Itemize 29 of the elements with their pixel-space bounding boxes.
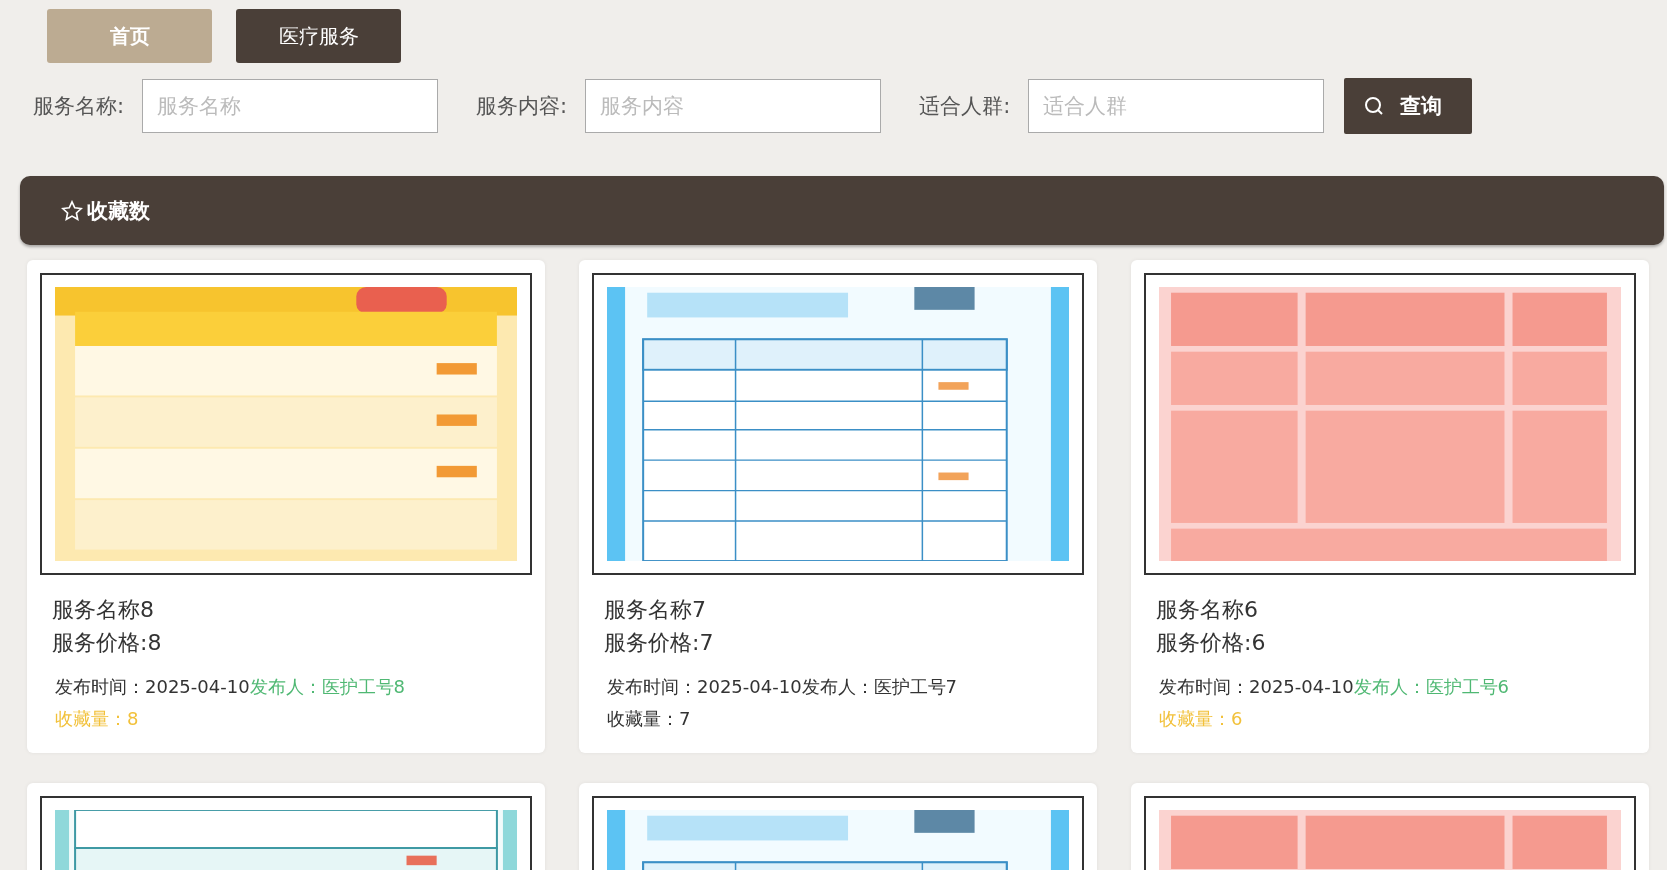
service-name: 服务名称7 [604, 596, 707, 624]
sort-label[interactable]: 收藏数 [87, 196, 150, 225]
search-field[interactable]: 服务名称 [142, 79, 439, 133]
service-price: 服务价格:6 [1156, 629, 1267, 657]
publisher: 发布人：医护工号7 [801, 676, 958, 697]
search-button[interactable]: 查询 [1344, 78, 1473, 134]
publish-time: 发布时间：2025-04-10 [607, 676, 802, 697]
service-name: 服务名称6 [1156, 596, 1259, 624]
publish-time: 发布时间：2025-04-10 [1159, 676, 1354, 697]
favorite-count: 收藏量：8 [55, 708, 139, 729]
favorite-count: 收藏量：7 [607, 708, 691, 729]
star-icon [61, 199, 83, 222]
nav-tab[interactable]: 医疗服务 [236, 9, 401, 63]
publisher: 发布人：医护工号6 [1353, 676, 1510, 697]
publish-time: 发布时间：2025-04-10 [55, 676, 250, 697]
field-label: 服务名称: [33, 93, 125, 120]
service-card[interactable]: 服务名称6 服务价格:6 发布时间：2025-04-10发布人：医护工号6 收藏量：6 [1131, 260, 1649, 753]
service-price: 服务价格:7 [604, 629, 715, 657]
publisher: 发布人：医护工号8 [249, 676, 406, 697]
service-price: 服务价格:8 [52, 629, 163, 657]
field-label: 适合人群: [919, 93, 1011, 120]
field-label: 服务内容: [476, 93, 568, 120]
service-name: 服务名称8 [52, 596, 155, 624]
search-icon [1364, 96, 1385, 116]
favorite-count: 收藏量：6 [1159, 708, 1243, 729]
search-field[interactable]: 适合人群 [1028, 79, 1325, 133]
service-card[interactable]: 服务名称8 服务价格:8 发布时间：2025-04-10发布人：医护工号8 收藏量：8 [27, 260, 545, 753]
service-card[interactable]: 服务名称7 服务价格:7 发布时间：2025-04-10发布人：医护工号7 收藏量：7 [579, 260, 1097, 753]
search-field[interactable]: 服务内容 [585, 79, 882, 133]
